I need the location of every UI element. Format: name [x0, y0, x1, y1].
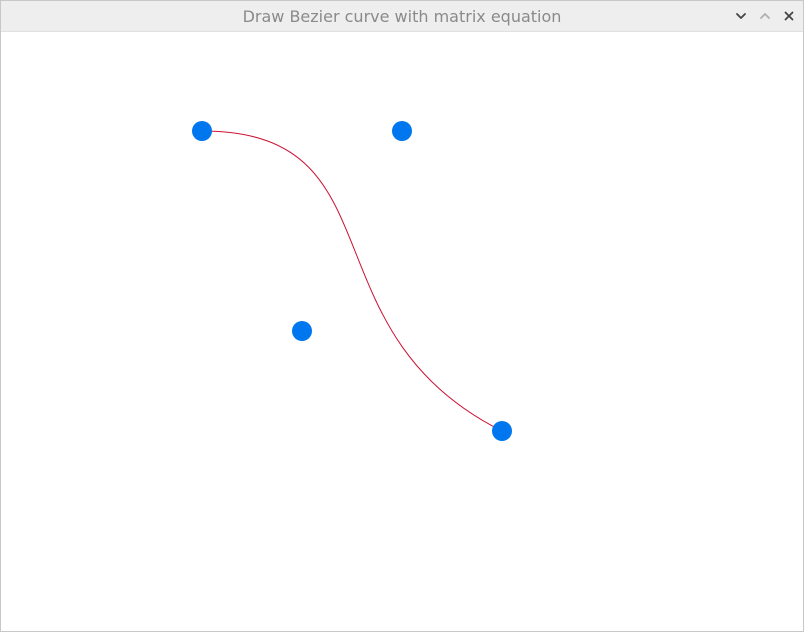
control-point-1[interactable] [392, 121, 412, 141]
maximize-button[interactable] [756, 7, 774, 25]
control-point-0[interactable] [192, 121, 212, 141]
chevron-up-icon [760, 13, 770, 19]
title-bar[interactable]: Draw Bezier curve with matrix equation [1, 1, 803, 32]
control-point-2[interactable] [292, 321, 312, 341]
control-point-3[interactable] [492, 421, 512, 441]
close-button[interactable] [780, 7, 798, 25]
bezier-curve [201, 130, 503, 432]
chevron-down-icon [736, 13, 746, 19]
app-window: Draw Bezier curve with matrix equation [0, 0, 804, 632]
window-title: Draw Bezier curve with matrix equation [242, 7, 562, 26]
minimize-button[interactable] [732, 7, 750, 25]
drawing-canvas[interactable] [1, 32, 803, 631]
close-icon [784, 11, 794, 21]
